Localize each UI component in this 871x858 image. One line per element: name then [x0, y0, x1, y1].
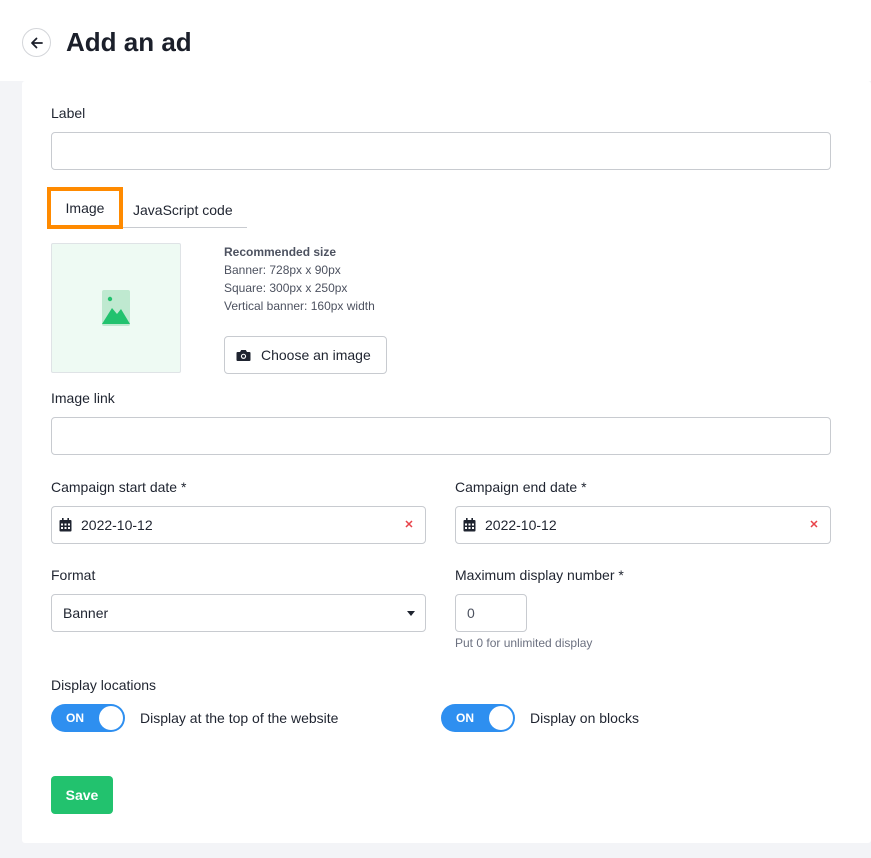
camera-icon — [236, 349, 251, 361]
label-field-label: Label — [51, 105, 86, 121]
calendar-icon — [463, 518, 476, 532]
choose-image-button[interactable]: Choose an image — [224, 336, 387, 374]
arrow-left-icon — [30, 37, 43, 48]
close-icon[interactable]: ✕ — [807, 518, 821, 532]
image-link-label: Image link — [51, 390, 115, 406]
ad-form-card: Label Image JavaScript code Recommended … — [22, 81, 871, 843]
save-button[interactable]: Save — [51, 776, 113, 814]
format-selected-value: Banner — [63, 605, 109, 621]
toggle-top-of-website-label: Display at the top of the website — [140, 710, 339, 726]
image-preview[interactable] — [51, 243, 181, 373]
end-date-field[interactable]: 2022-10-12 ✕ — [455, 506, 831, 544]
max-display-value: 0 — [467, 605, 475, 621]
tab-javascript-code[interactable]: JavaScript code — [133, 192, 233, 228]
start-date-value: 2022-10-12 — [81, 517, 153, 533]
back-button[interactable] — [22, 28, 51, 57]
label-input[interactable] — [51, 132, 831, 170]
close-icon[interactable]: ✕ — [402, 518, 416, 532]
image-icon — [102, 290, 130, 326]
toggle-knob — [489, 706, 513, 730]
max-display-hint: Put 0 for unlimited display — [455, 636, 593, 650]
end-date-label: Campaign end date * — [455, 479, 587, 495]
toggle-on-blocks-label: Display on blocks — [530, 710, 639, 726]
recommended-size-title: Recommended size — [224, 245, 337, 259]
image-link-input[interactable] — [51, 417, 831, 455]
page-title: Add an ad — [66, 27, 192, 57]
end-date-value: 2022-10-12 — [485, 517, 557, 533]
max-display-input[interactable]: 0 — [455, 594, 527, 632]
choose-image-label: Choose an image — [261, 347, 371, 363]
recommended-size-line: Banner: 728px x 90px — [224, 263, 341, 277]
format-label: Format — [51, 567, 96, 583]
caret-down-icon — [407, 611, 415, 616]
display-locations-label: Display locations — [51, 677, 157, 693]
tab-image[interactable]: Image — [47, 187, 123, 229]
recommended-size-line: Vertical banner: 160px width — [224, 299, 375, 313]
toggle-on-blocks[interactable]: ON — [441, 704, 515, 732]
toggle-state-label: ON — [456, 711, 474, 725]
recommended-size-line: Square: 300px x 250px — [224, 281, 348, 295]
page-header: Add an ad — [0, 0, 871, 81]
start-date-field[interactable]: 2022-10-12 ✕ — [51, 506, 426, 544]
format-select[interactable]: Banner — [51, 594, 426, 632]
toggle-state-label: ON — [66, 711, 84, 725]
ad-type-tabs: Image JavaScript code — [47, 187, 247, 229]
start-date-label: Campaign start date * — [51, 479, 187, 495]
calendar-icon — [59, 518, 72, 532]
toggle-top-of-website[interactable]: ON — [51, 704, 125, 732]
max-display-label: Maximum display number * — [455, 567, 624, 583]
toggle-knob — [99, 706, 123, 730]
